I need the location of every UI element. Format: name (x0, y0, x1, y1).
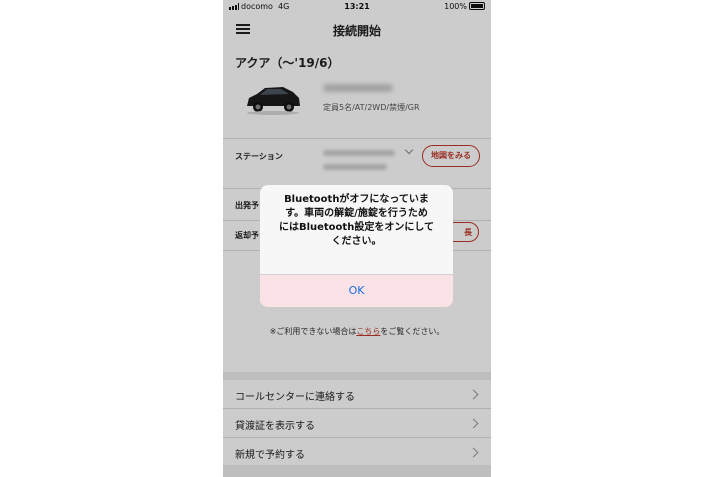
ok-button[interactable]: OK (260, 275, 453, 307)
alert-line: ください。 (331, 236, 382, 247)
alert-line: す。車両の解錠/施錠を行うため (285, 208, 428, 219)
alert-line: Bluetoothがオフになっていま (284, 194, 429, 205)
bluetooth-alert-dialog: Bluetoothがオフになっていま す。車両の解錠/施錠を行うため にはBlu… (260, 185, 453, 307)
alert-line: にはBluetooth設定をオンにして (278, 222, 435, 233)
alert-message: Bluetoothがオフになっていま す。車両の解錠/施錠を行うため にはBlu… (260, 193, 453, 249)
phone-screen: docomo 4G 13:21 100% 接続開始 アクア（〜'19/6） 定員… (223, 0, 491, 477)
